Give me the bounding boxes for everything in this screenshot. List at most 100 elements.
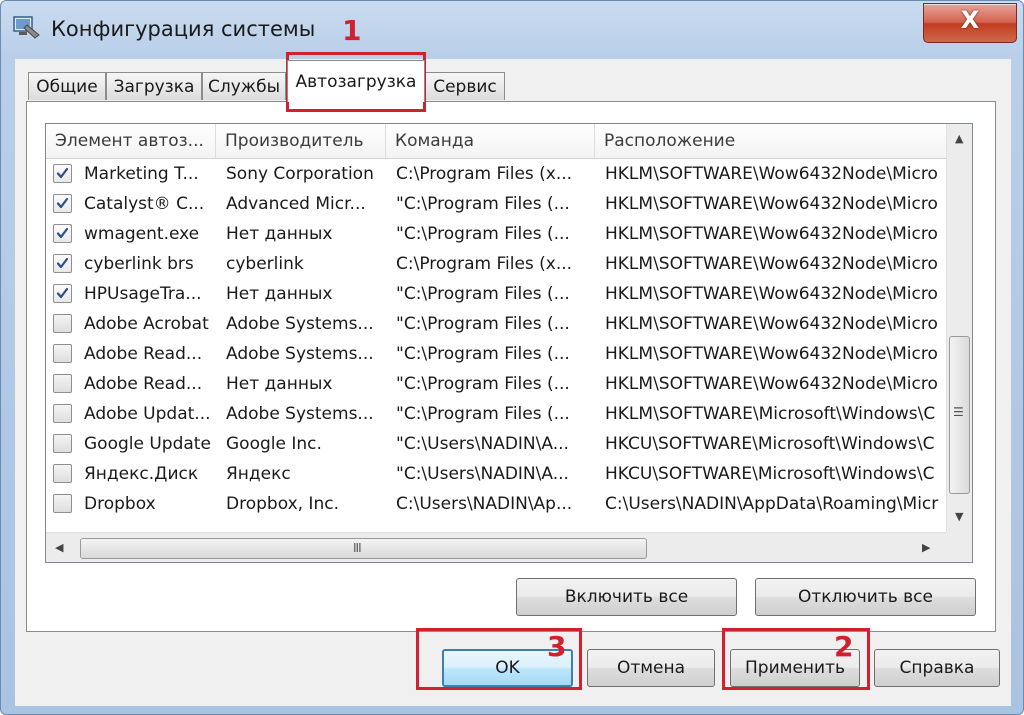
cell-command: C:\Program Files (x...	[396, 164, 573, 184]
cell-command: C:\Users\NADIN\Ap...	[396, 494, 573, 514]
cell-command: "C:\Program Files (...	[396, 374, 570, 394]
close-icon: X	[960, 6, 980, 34]
cell-item-name: Яндекс.Диск	[84, 464, 199, 484]
cell-command: "C:\Users\NADIN\A...	[396, 464, 569, 484]
scroll-left-icon[interactable]: ◀	[55, 541, 63, 554]
cell-location: C:\Users\NADIN\AppData\Roaming\Micr	[605, 494, 939, 514]
cell-manufacturer: Adobe Systems...	[226, 404, 374, 424]
cell-manufacturer: Нет данных	[226, 374, 333, 394]
scroll-down-icon[interactable]: ▼	[955, 510, 963, 523]
table-row[interactable]: wmagent.exe Нет данных "C:\Program Files (…	[46, 219, 946, 249]
table-row[interactable]: Adobe Acrobat Adobe Systems... "C:\Program…	[46, 309, 946, 339]
startup-item-checkbox[interactable]	[53, 404, 72, 423]
cell-location: HKLM\SOFTWARE\Wow6432Node\Micro	[605, 164, 938, 184]
annotation-marker-1: 1	[342, 14, 362, 47]
cell-location: HKLM\SOFTWARE\Wow6432Node\Micro	[605, 314, 938, 334]
tab-services[interactable]: Службы	[202, 72, 286, 100]
cell-manufacturer: Adobe Systems...	[226, 314, 374, 334]
cancel-button[interactable]: Отмена	[587, 649, 715, 687]
table-row[interactable]: Dropbox Dropbox, Inc. C:\Users\NADIN\Ap...…	[46, 489, 946, 519]
horizontal-scrollbar[interactable]: ◀ III ▶	[46, 532, 946, 562]
startup-item-checkbox[interactable]	[53, 464, 72, 483]
cell-command: "C:\Program Files (...	[396, 284, 570, 304]
enable-all-button[interactable]: Включить все	[516, 578, 737, 616]
table-row[interactable]: cyberlink brs cyberlink C:\Program Files (…	[46, 249, 946, 279]
cell-item-name: Catalyst® C...	[84, 194, 205, 214]
tab-startup[interactable]: Автозагрузка	[287, 60, 425, 102]
cell-location: HKLM\SOFTWARE\Wow6432Node\Micro	[605, 194, 938, 214]
startup-items-list[interactable]: Элемент автоз... Производитель Команда Р…	[45, 123, 973, 563]
column-header-command[interactable]: Команда	[386, 124, 595, 158]
scrollbar-corner	[946, 532, 972, 562]
cell-manufacturer: Google Inc.	[226, 434, 322, 454]
cell-item-name: Adobe Updat...	[84, 404, 211, 424]
cell-manufacturer: Яндекс	[226, 464, 291, 484]
table-row[interactable]: Marketing T... Sony Corporation C:\Program…	[46, 159, 946, 189]
cell-command: "C:\Program Files (...	[396, 344, 570, 364]
table-row[interactable]: Adobe Read... Нет данных "C:\Program Files…	[46, 369, 946, 399]
cell-item-name: Google Update	[84, 434, 211, 454]
cell-item-name: Dropbox	[84, 494, 156, 514]
disable-all-button[interactable]: Отключить все	[755, 578, 976, 616]
tab-tools[interactable]: Сервис	[425, 72, 505, 100]
cell-item-name: HPUsageTra...	[84, 284, 202, 304]
close-button[interactable]: X	[923, 3, 1017, 43]
vertical-scroll-thumb[interactable]: ☰	[949, 336, 970, 494]
cell-item-name: wmagent.exe	[84, 224, 200, 244]
table-row[interactable]: Яндекс.Диск Яндекс "C:\Users\NADIN\A... HKC…	[46, 459, 946, 489]
table-row[interactable]: Adobe Updat... Adobe Systems... "C:\Progra…	[46, 399, 946, 429]
horizontal-grip-icon: III	[353, 541, 362, 555]
cell-command: "C:\Program Files (...	[396, 224, 570, 244]
startup-item-checkbox[interactable]	[53, 314, 72, 333]
scroll-up-icon[interactable]: ▲	[955, 132, 963, 145]
cell-item-name: Marketing T...	[84, 164, 199, 184]
column-header-manufacturer[interactable]: Производитель	[216, 124, 386, 158]
cell-item-name: Adobe Read...	[84, 374, 203, 394]
startup-item-checkbox[interactable]	[53, 494, 72, 513]
cell-location: HKLM\SOFTWARE\Microsoft\Windows\C	[605, 404, 936, 424]
startup-item-checkbox[interactable]	[53, 344, 72, 363]
cell-manufacturer: Dropbox, Inc.	[226, 494, 339, 514]
cell-location: HKLM\SOFTWARE\Wow6432Node\Micro	[605, 224, 938, 244]
cell-manufacturer: Sony Corporation	[226, 164, 374, 184]
cell-item-name: Adobe Acrobat	[84, 314, 209, 334]
tab-general[interactable]: Общие	[28, 72, 106, 100]
cell-manufacturer: cyberlink	[226, 254, 304, 274]
list-header: Элемент автоз... Производитель Команда Р…	[46, 124, 946, 159]
title-bar[interactable]: Конфигурация системы X	[1, 1, 1023, 57]
window-title: Конфигурация системы	[51, 17, 316, 41]
column-header-location[interactable]: Расположение	[595, 124, 946, 158]
vertical-scrollbar[interactable]: ▲ ☰ ▼	[946, 124, 972, 532]
cell-manufacturer: Нет данных	[226, 224, 333, 244]
startup-item-checkbox[interactable]	[53, 194, 72, 213]
cell-command: "C:\Program Files (...	[396, 314, 570, 334]
table-row[interactable]: HPUsageTra... Нет данных "C:\Program Files…	[46, 279, 946, 309]
cell-location: HKLM\SOFTWARE\Wow6432Node\Micro	[605, 374, 938, 394]
startup-item-checkbox[interactable]	[53, 434, 72, 453]
checkmark-icon	[56, 197, 69, 209]
startup-item-checkbox[interactable]	[53, 254, 72, 273]
startup-item-checkbox[interactable]	[53, 374, 72, 393]
checkmark-icon	[56, 167, 69, 179]
startup-item-checkbox[interactable]	[53, 284, 72, 303]
horizontal-scroll-thumb[interactable]: III	[80, 538, 647, 559]
checkmark-icon	[56, 257, 69, 269]
table-row[interactable]: Google Update Google Inc. "C:\Users\NADIN\…	[46, 429, 946, 459]
startup-item-checkbox[interactable]	[53, 224, 72, 243]
tab-boot[interactable]: Загрузка	[106, 72, 202, 100]
cell-location: HKLM\SOFTWARE\Wow6432Node\Micro	[605, 254, 938, 274]
scroll-right-icon[interactable]: ▶	[922, 541, 930, 554]
table-row[interactable]: Catalyst® C... Advanced Micr... "C:\Progra…	[46, 189, 946, 219]
cell-location: HKCU\SOFTWARE\Microsoft\Windows\C	[605, 434, 935, 454]
cell-command: "C:\Users\NADIN\A...	[396, 434, 569, 454]
checkmark-icon	[56, 227, 69, 239]
table-row[interactable]: Adobe Read... Adobe Systems... "C:\Program…	[46, 339, 946, 369]
cell-location: HKCU\SOFTWARE\Microsoft\Windows\C	[605, 464, 935, 484]
cell-manufacturer: Нет данных	[226, 284, 333, 304]
column-header-item[interactable]: Элемент автоз...	[46, 124, 216, 158]
cell-manufacturer: Advanced Micr...	[226, 194, 366, 214]
cell-location: HKLM\SOFTWARE\Wow6432Node\Micro	[605, 344, 938, 364]
msconfig-app-icon	[13, 15, 41, 39]
help-button[interactable]: Справка	[874, 649, 1000, 687]
startup-item-checkbox[interactable]	[53, 164, 72, 183]
